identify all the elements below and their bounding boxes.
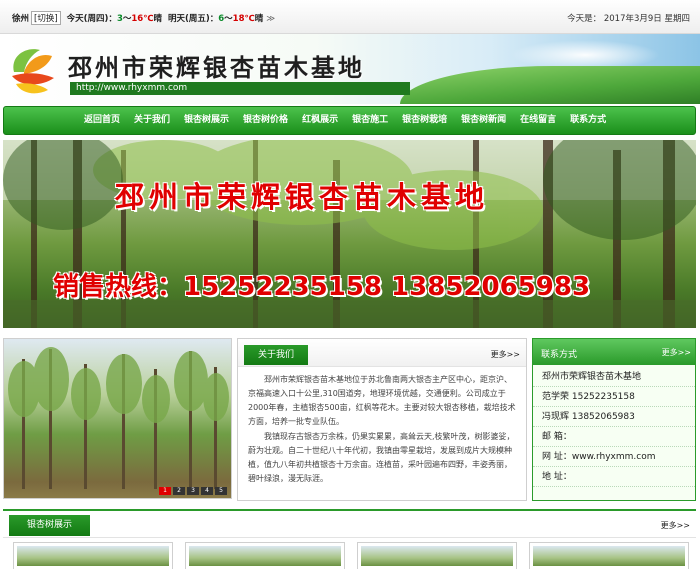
slider-dot[interactable]: 3 [187,487,199,495]
slider-dot[interactable]: 4 [201,487,213,495]
contact-list: 邳州市荣辉银杏苗木基地 范学荣 15252235158 冯现辉 13852065… [533,367,695,487]
header-hills [400,66,700,104]
nav-ginkgo-news[interactable]: 银杏树新闻 [454,107,513,134]
gallery-thumbs [13,542,689,569]
nav-ginkgo-construction[interactable]: 银杏施工 [345,107,395,134]
slider-dot[interactable]: 2 [173,487,185,495]
nav-red-maple[interactable]: 红枫展示 [295,107,345,134]
ginkgo-gallery: 银杏树展示 更多>> [3,509,696,569]
contact-email: 邮 箱： [533,427,695,447]
banner-hotline: 销售热线：15252235158 13852065983 [53,272,591,302]
nav-online-message[interactable]: 在线留言 [513,107,563,134]
weather-more-link[interactable]: ≫ [266,14,275,24]
weather-today-cond: 晴 [153,14,163,24]
weather-city: 徐州 [12,14,30,24]
contact-website[interactable]: 网 址：www.rhyxmm.com [533,447,695,467]
slider-dots: 1 2 3 4 5 [159,487,227,495]
nav-contact[interactable]: 联系方式 [563,107,613,134]
site-url[interactable]: http://www.rhyxmm.com [70,82,410,95]
about-text: 邳州市荣辉银杏苗木基地位于苏北鲁南两大银杏主产区中心，距京沪、京福高速入口十公里… [248,373,518,487]
contact-title: 联系方式 [541,350,578,360]
weather-tomorrow-label: 明天(周五)： [167,14,219,24]
contact-company: 邳州市荣辉银杏苗木基地 [533,367,695,387]
contact-person-2: 冯现辉 13852065983 [533,407,695,427]
slider-dot[interactable]: 5 [215,487,227,495]
ginkgo-logo-icon[interactable] [6,42,58,98]
about-more-link[interactable]: 更多>> [491,349,520,360]
ginkgo-grove-image [8,347,229,489]
about-header: 关于我们 更多>> [238,339,526,367]
gallery-thumb[interactable] [357,542,517,569]
gallery-thumb[interactable] [13,542,173,569]
nav-ginkgo-display[interactable]: 银杏树展示 [177,107,236,134]
contact-section: 联系方式 更多>> 邳州市荣辉银杏苗木基地 范学荣 15252235158 冯现… [532,338,696,501]
contact-person-1: 范学荣 15252235158 [533,387,695,407]
gallery-header: 银杏树展示 更多>> [3,511,696,538]
gallery-thumb[interactable] [185,542,345,569]
weather-today-label: 今天(周四)： [66,14,117,24]
site-header: 邳州市荣辉银杏苗木基地 http://www.rhyxmm.com [0,34,700,104]
nav-about[interactable]: 关于我们 [127,107,177,134]
gallery-more-link[interactable]: 更多>> [661,520,690,531]
city-switch-link[interactable]: [切换] [31,11,61,25]
main-nav: 返回首页 关于我们 银杏树展示 银杏树价格 红枫展示 银杏施工 银杏树栽培 银杏… [3,106,696,135]
about-paragraph-2: 我镇现存古银杏万余株，仍果实累累，高耸云天,枝繁叶茂，树影婆娑，蔚为壮观。自二十… [248,432,515,483]
nav-ginkgo-cultivation[interactable]: 银杏树栽培 [395,107,454,134]
contact-header: 联系方式 更多>> [533,339,695,365]
photo-slider[interactable]: 1 2 3 4 5 [3,338,232,499]
slider-dot[interactable]: 1 [159,487,171,495]
weather-tomorrow-cond: 晴 [254,14,264,24]
contact-address: 地 址： [533,467,695,487]
nav-home[interactable]: 返回首页 [77,107,127,134]
thumb-image [361,546,513,566]
weather-tomorrow-high: 18℃ [232,14,255,24]
top-bar: 徐州 [切换] 今天(周四)：3～16℃晴 明天(周五)：6～18℃晴 ≫ 今天是： … [0,0,700,34]
weather-tomorrow-sep: ～ [224,14,233,24]
weather-today-high: 16℃ [131,14,154,24]
gallery-tab[interactable]: 银杏树展示 [9,515,91,536]
thumb-image [17,546,169,566]
nav-ginkgo-price[interactable]: 银杏树价格 [236,107,295,134]
banner-title: 邳州市荣辉银杏苗木基地 [115,180,490,214]
current-date: 今天是： 2017年3月9日 星期四 [567,14,690,24]
weather-widget: 徐州 [切换] 今天(周四)：3～16℃晴 明天(周五)：6～18℃晴 ≫ [12,11,275,25]
about-section: 关于我们 更多>> 邳州市荣辉银杏苗木基地位于苏北鲁南两大银杏主产区中心，距京沪… [237,338,527,501]
contact-more-link[interactable]: 更多>> [662,347,691,358]
gallery-thumb[interactable] [529,542,689,569]
about-tab[interactable]: 关于我们 [244,345,309,365]
site-title: 邳州市荣辉银杏苗木基地 [68,53,365,82]
hero-banner: 邳州市荣辉银杏苗木基地 销售热线：15252235158 13852065983 [3,140,696,328]
about-paragraph-1: 邳州市荣辉银杏苗木基地位于苏北鲁南两大银杏主产区中心，距京沪、京福高速入口十公里… [248,375,516,426]
thumb-image [533,546,685,566]
thumb-image [189,546,341,566]
